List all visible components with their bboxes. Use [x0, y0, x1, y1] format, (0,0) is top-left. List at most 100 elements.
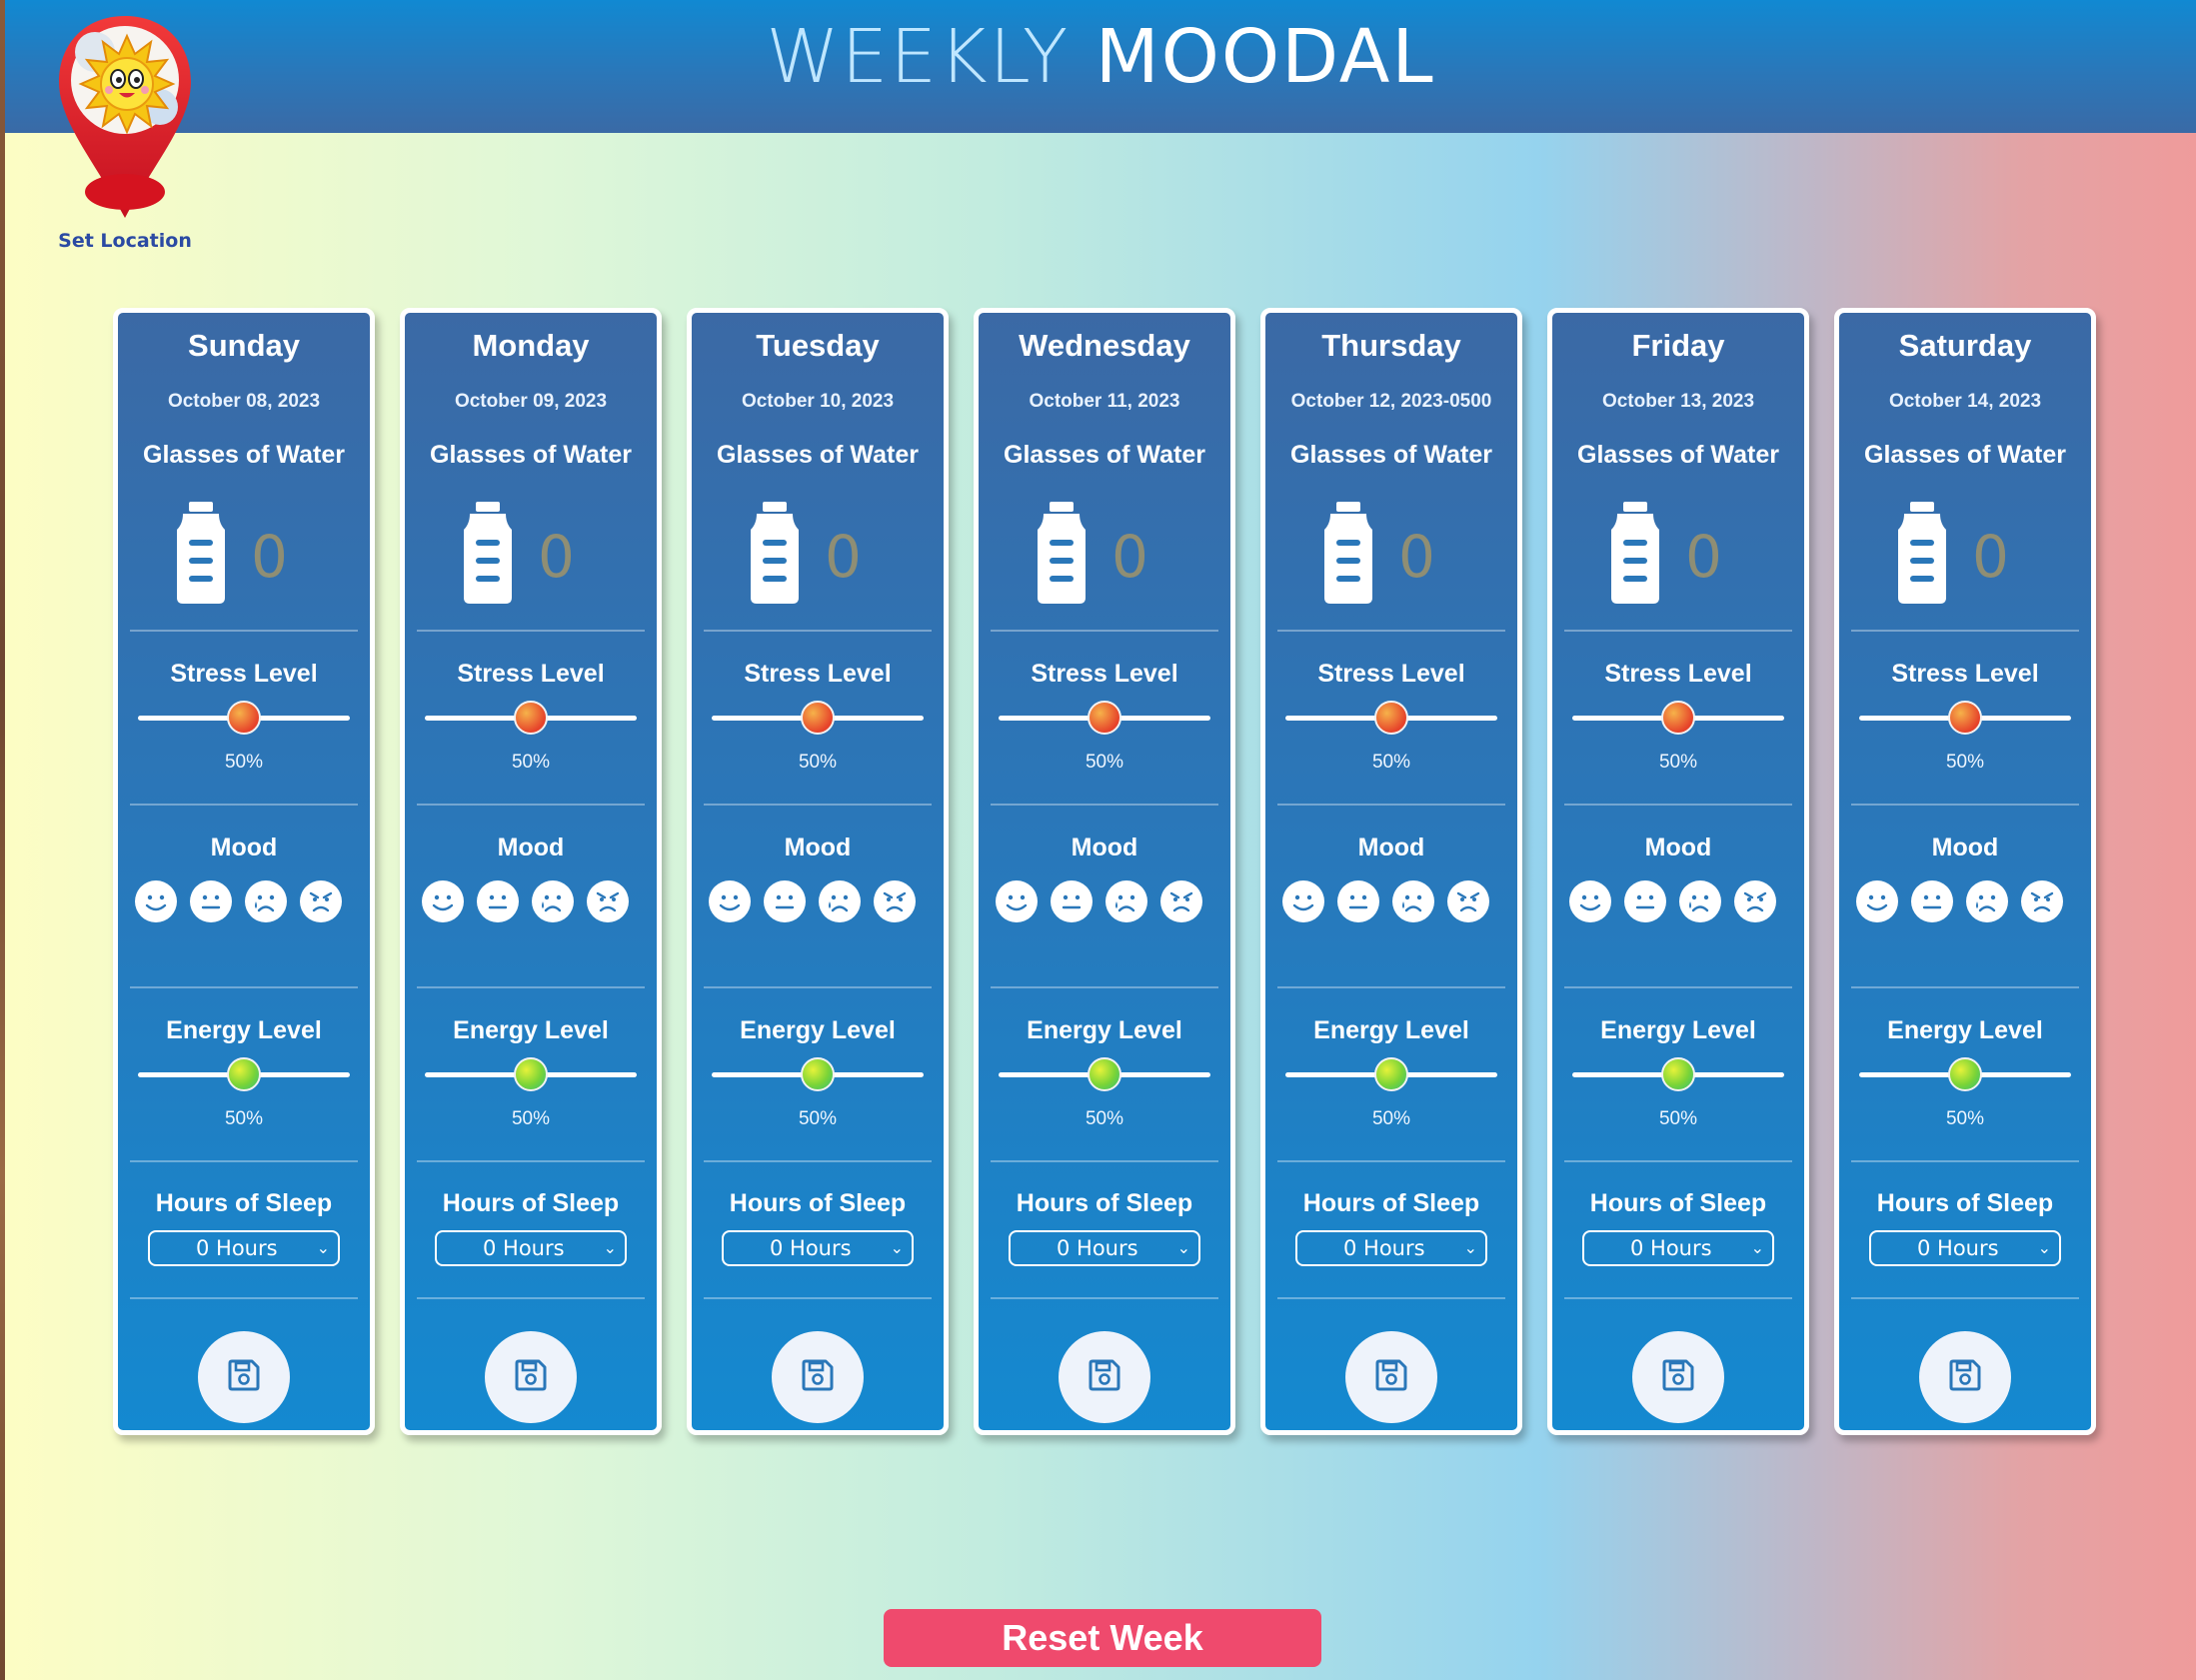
- save-button[interactable]: [198, 1331, 290, 1423]
- stress-slider-thumb[interactable]: [227, 701, 261, 735]
- neutral-face-icon[interactable]: [1336, 879, 1380, 923]
- neutral-face-icon[interactable]: [1623, 879, 1667, 923]
- stress-slider-thumb[interactable]: [1948, 701, 1982, 735]
- save-button[interactable]: [1059, 1331, 1150, 1423]
- app-title-bold: MOODAL: [1095, 14, 1435, 100]
- stress-slider-thumb[interactable]: [801, 701, 835, 735]
- stress-slider-thumb[interactable]: [1661, 701, 1695, 735]
- energy-slider-thumb[interactable]: [227, 1057, 261, 1091]
- sad-face-icon[interactable]: [1678, 879, 1722, 923]
- save-button[interactable]: [1919, 1331, 2011, 1423]
- energy-slider-thumb[interactable]: [1661, 1057, 1695, 1091]
- divider: [417, 804, 645, 806]
- energy-slider[interactable]: [425, 1057, 637, 1091]
- save-button[interactable]: [485, 1331, 577, 1423]
- angry-face-icon[interactable]: [586, 879, 630, 923]
- angry-face-icon[interactable]: [1159, 879, 1203, 923]
- neutral-face-icon[interactable]: [1050, 879, 1094, 923]
- sad-face-icon[interactable]: [531, 879, 575, 923]
- divider: [1277, 1160, 1505, 1162]
- happy-face-icon[interactable]: [708, 879, 752, 923]
- energy-slider[interactable]: [138, 1057, 350, 1091]
- app-title: WEEKLY MOODAL: [5, 14, 2196, 100]
- happy-face-icon[interactable]: [134, 879, 178, 923]
- angry-face-icon[interactable]: [1733, 879, 1777, 923]
- stress-slider-thumb[interactable]: [514, 701, 548, 735]
- stress-slider-thumb[interactable]: [1374, 701, 1408, 735]
- energy-slider[interactable]: [712, 1057, 924, 1091]
- stress-slider-thumb[interactable]: [1088, 701, 1121, 735]
- energy-slider-thumb[interactable]: [1948, 1057, 1982, 1091]
- angry-face-icon[interactable]: [2020, 879, 2064, 923]
- water-bottle-icon[interactable]: [1607, 500, 1663, 606]
- water-bottle-icon[interactable]: [173, 500, 229, 606]
- set-location-button[interactable]: Set Location: [55, 12, 195, 252]
- water-bottle-icon[interactable]: [747, 500, 803, 606]
- sleep-hours-select[interactable]: 0 Hours ⌄: [722, 1230, 914, 1266]
- divider: [1564, 804, 1792, 806]
- save-icon: [227, 1358, 261, 1397]
- sleep-hours-select[interactable]: 0 Hours ⌄: [435, 1230, 627, 1266]
- neutral-face-icon[interactable]: [189, 879, 233, 923]
- water-bottle-icon[interactable]: [460, 500, 516, 606]
- stress-slider[interactable]: [1572, 701, 1784, 735]
- sleep-hours-select[interactable]: 0 Hours ⌄: [148, 1230, 340, 1266]
- stress-value: 50%: [1658, 752, 1698, 773]
- divider: [417, 630, 645, 632]
- energy-slider-thumb[interactable]: [514, 1057, 548, 1091]
- water-label: Glasses of Water: [143, 441, 345, 469]
- stress-label: Stress Level: [744, 660, 892, 688]
- happy-face-icon[interactable]: [1568, 879, 1612, 923]
- energy-label: Energy Level: [1887, 1016, 2043, 1044]
- sleep-label: Hours of Sleep: [1589, 1189, 1767, 1217]
- save-button[interactable]: [1632, 1331, 1724, 1423]
- angry-face-icon[interactable]: [873, 879, 917, 923]
- water-bottle-icon[interactable]: [1320, 500, 1376, 606]
- water-bottle-icon[interactable]: [1894, 500, 1950, 606]
- divider: [704, 1297, 932, 1299]
- energy-slider[interactable]: [1859, 1057, 2071, 1091]
- energy-slider[interactable]: [1572, 1057, 1784, 1091]
- save-button[interactable]: [772, 1331, 864, 1423]
- stress-slider[interactable]: [712, 701, 924, 735]
- angry-face-icon[interactable]: [1446, 879, 1490, 923]
- mood-options: [995, 879, 1203, 923]
- happy-face-icon[interactable]: [1281, 879, 1325, 923]
- sad-face-icon[interactable]: [244, 879, 288, 923]
- stress-slider[interactable]: [138, 701, 350, 735]
- mood-label: Mood: [784, 834, 852, 861]
- sad-face-icon[interactable]: [818, 879, 862, 923]
- energy-slider[interactable]: [999, 1057, 1210, 1091]
- stress-slider[interactable]: [425, 701, 637, 735]
- sleep-hours-select[interactable]: 0 Hours ⌄: [1009, 1230, 1200, 1266]
- happy-face-icon[interactable]: [1855, 879, 1899, 923]
- happy-face-icon[interactable]: [421, 879, 465, 923]
- stress-slider[interactable]: [1859, 701, 2071, 735]
- sleep-hours-select[interactable]: 0 Hours ⌄: [1582, 1230, 1774, 1266]
- happy-face-icon[interactable]: [995, 879, 1039, 923]
- neutral-face-icon[interactable]: [1910, 879, 1954, 923]
- sad-face-icon[interactable]: [1391, 879, 1435, 923]
- neutral-face-icon[interactable]: [476, 879, 520, 923]
- sleep-hours-select[interactable]: 0 Hours ⌄: [1869, 1230, 2061, 1266]
- reset-week-button[interactable]: Reset Week: [884, 1609, 1321, 1667]
- energy-slider-thumb[interactable]: [801, 1057, 835, 1091]
- neutral-face-icon[interactable]: [763, 879, 807, 923]
- chevron-down-icon: ⌄: [603, 1238, 617, 1257]
- energy-slider-thumb[interactable]: [1374, 1057, 1408, 1091]
- sleep-hours-value: 0 Hours: [770, 1236, 852, 1260]
- angry-face-icon[interactable]: [299, 879, 343, 923]
- energy-slider[interactable]: [1285, 1057, 1497, 1091]
- save-button[interactable]: [1345, 1331, 1437, 1423]
- stress-slider[interactable]: [1285, 701, 1497, 735]
- day-card-wednesday: Wednesday October 11, 2023 Glasses of Wate…: [974, 308, 1235, 1435]
- divider: [991, 804, 1218, 806]
- sleep-hours-select[interactable]: 0 Hours ⌄: [1295, 1230, 1487, 1266]
- stress-slider[interactable]: [999, 701, 1210, 735]
- water-bottle-icon[interactable]: [1034, 500, 1090, 606]
- sleep-hours-value: 0 Hours: [1057, 1236, 1138, 1260]
- energy-slider-thumb[interactable]: [1088, 1057, 1121, 1091]
- sad-face-icon[interactable]: [1965, 879, 2009, 923]
- divider: [991, 630, 1218, 632]
- sad-face-icon[interactable]: [1104, 879, 1148, 923]
